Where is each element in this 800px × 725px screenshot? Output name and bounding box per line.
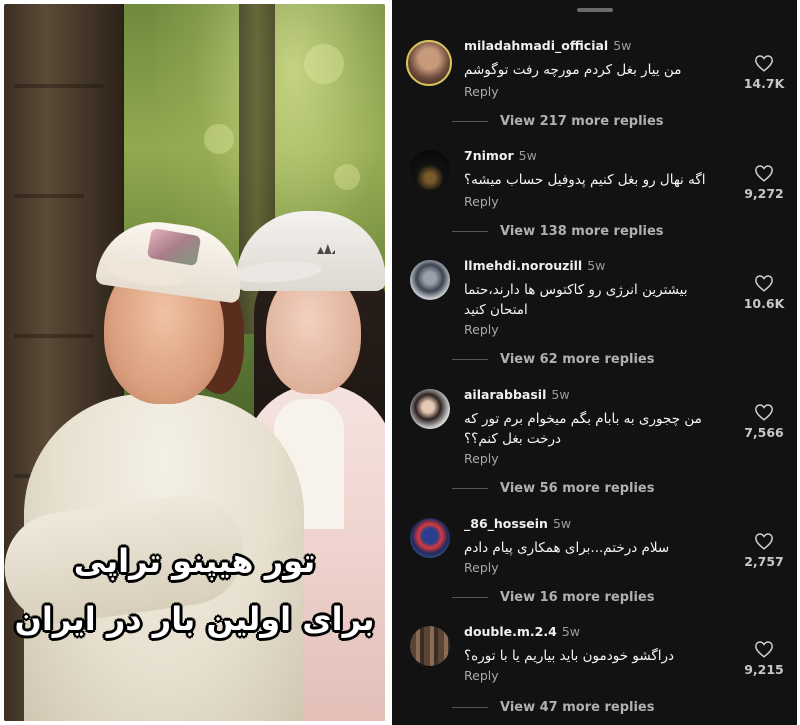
comment-username[interactable]: llmehdi.norouzill 5w [464, 258, 605, 273]
helmet-profile-avatar[interactable] [410, 518, 450, 558]
comment-username[interactable]: ailarabbasil 5w [464, 387, 570, 402]
like-count: 2,757 [744, 554, 784, 569]
comment-username[interactable]: 7nimor 5w [464, 148, 537, 163]
bokeh-light [204, 124, 234, 154]
view-more-replies[interactable]: View 62 more replies [452, 352, 655, 367]
comment-text: دراگشو خودمون باید بیاریم یا با توره؟ [464, 648, 675, 664]
reply-button[interactable]: Reply [464, 668, 499, 683]
reply-button[interactable]: Reply [464, 560, 499, 575]
drag-handle[interactable] [577, 8, 613, 12]
heart-icon [755, 165, 773, 182]
comment-time: 5w [587, 258, 606, 273]
like-button[interactable]: 9,215 [742, 640, 786, 677]
comment-time: 5w [613, 38, 632, 53]
like-button[interactable]: 10.6K [742, 274, 786, 311]
like-count: 9,215 [744, 662, 784, 677]
comment-username[interactable]: double.m.2.4 5w [464, 624, 580, 639]
comment-text: من ییار بغل کردم مورچه رفت توگوشم [464, 62, 682, 78]
dark-profile-avatar[interactable] [410, 150, 450, 190]
comment-text: من چجوری به بابام بگم میخوام برم تور که … [464, 411, 702, 447]
profile-photo-ring-avatar[interactable] [406, 40, 452, 86]
group-profile-avatar[interactable] [410, 626, 450, 666]
like-button[interactable]: 7,566 [742, 403, 786, 440]
reply-button[interactable]: Reply [464, 322, 499, 337]
comment-text: سلام درختم...برای همکاری پیام دادم [464, 540, 670, 556]
reply-button[interactable]: Reply [464, 194, 499, 209]
view-more-replies[interactable]: View 16 more replies [452, 590, 655, 605]
comments-panel[interactable]: miladahmadi_official 5w من ییار بغل کردم … [389, 0, 797, 725]
like-count: 10.6K [743, 296, 785, 311]
like-count: 14.7K [743, 76, 785, 91]
bokeh-light [304, 44, 344, 84]
reply-button[interactable]: Reply [464, 84, 499, 99]
heart-icon [755, 641, 773, 658]
woman-profile-avatar[interactable] [410, 389, 450, 429]
video-caption-line2: برای اولین بار در ایران [14, 600, 375, 638]
like-button[interactable]: 14.7K [742, 54, 786, 91]
comment-text: بیشترین انرژی رو کاکتوس ها دارند،حتما ام… [464, 282, 688, 318]
like-button[interactable]: 2,757 [742, 532, 786, 569]
heart-icon [755, 533, 773, 550]
comment-time: 5w [551, 387, 570, 402]
comment-time: 5w [561, 624, 580, 639]
heart-icon [755, 55, 773, 72]
heart-icon [755, 275, 773, 292]
view-more-replies[interactable]: View 47 more replies [452, 700, 655, 715]
video-caption-line1: تور هیپنو تراپی [73, 542, 316, 580]
view-more-replies[interactable]: View 138 more replies [452, 224, 664, 239]
like-count: 9,272 [744, 186, 784, 201]
heart-icon [755, 404, 773, 421]
comment-time: 5w [518, 148, 537, 163]
reply-button[interactable]: Reply [464, 451, 499, 466]
bokeh-light [334, 164, 360, 190]
comment-username[interactable]: _86_hossein 5w [464, 516, 571, 531]
person-standing-avatar[interactable] [410, 260, 450, 300]
view-more-replies[interactable]: View 56 more replies [452, 481, 655, 496]
comment-text: اگه نهال رو بغل کنیم پدوفیل حساب میشه؟ [464, 172, 706, 188]
like-button[interactable]: 9,272 [742, 164, 786, 201]
view-more-replies[interactable]: View 217 more replies [452, 114, 664, 129]
video-frame[interactable]: تور هیپنو تراپی برای اولین بار در ایران [4, 4, 385, 721]
comment-time: 5w [552, 516, 572, 531]
like-count: 7,566 [744, 425, 784, 440]
comment-username[interactable]: miladahmadi_official 5w [464, 38, 631, 53]
